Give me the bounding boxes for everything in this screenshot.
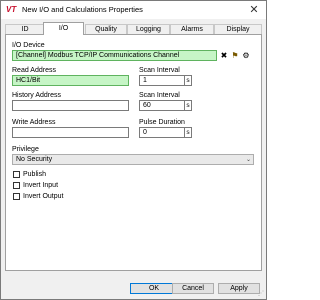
privilege-value: No Security	[16, 156, 53, 163]
browse-tag-icon[interactable]: ⚑	[230, 50, 240, 61]
scan-interval-label: Scan Interval	[139, 67, 180, 74]
read-address-field[interactable]: HC1/Bit	[12, 75, 129, 86]
ok-button[interactable]: OK	[130, 283, 178, 294]
device-actions: ✖ ⚑ ⚙	[219, 50, 257, 61]
pulse-duration-label: Pulse Duration	[139, 119, 185, 126]
tab-strip: ID I/O Quality Logging Alarms Display	[5, 22, 262, 35]
tab-logging[interactable]: Logging	[127, 24, 170, 34]
dialog-window: VT New I/O and Calculations Properties ✕…	[0, 0, 267, 300]
window-title: New I/O and Calculations Properties	[22, 5, 143, 14]
resize-grip-icon[interactable]: ⋰	[258, 291, 264, 297]
pulse-duration-field[interactable]: 0	[139, 127, 185, 138]
apply-button[interactable]: Apply	[218, 283, 260, 294]
publish-checkbox[interactable]	[13, 171, 20, 178]
tab-alarms[interactable]: Alarms	[170, 24, 214, 34]
history-address-field[interactable]	[12, 100, 129, 111]
title-bar: VT New I/O and Calculations Properties ✕	[1, 1, 266, 19]
scan-interval-field[interactable]: 1	[139, 75, 185, 86]
io-device-field[interactable]: [Channel] Modbus TCP/IP Communications C…	[12, 50, 217, 61]
io-device-label: I/O Device	[12, 42, 45, 49]
invert-input-label: Invert Input	[23, 182, 59, 189]
chevron-down-icon: ⌄	[245, 157, 251, 163]
close-icon[interactable]: ✕	[246, 2, 262, 18]
publish-label: Publish	[23, 171, 46, 178]
tab-display[interactable]: Display	[214, 24, 262, 34]
settings-icon[interactable]: ⚙	[241, 50, 251, 61]
scan-interval-unit: s	[185, 75, 192, 86]
io-panel: I/O Device [Channel] Modbus TCP/IP Commu…	[5, 34, 262, 271]
read-address-label: Read Address	[12, 67, 56, 74]
invert-output-label: Invert Output	[23, 193, 64, 200]
app-logo-icon: VT	[6, 5, 17, 14]
invert-input-checkbox[interactable]	[13, 182, 20, 189]
history-scan-interval-label: Scan Interval	[139, 92, 180, 99]
history-scan-interval-field[interactable]: 60	[139, 100, 185, 111]
tab-id[interactable]: ID	[5, 24, 45, 34]
privilege-label: Privilege	[12, 146, 39, 153]
tab-io[interactable]: I/O	[43, 22, 84, 35]
invert-output-checkbox[interactable]	[13, 193, 20, 200]
clear-icon[interactable]: ✖	[219, 50, 229, 61]
pulse-duration-unit: s	[185, 127, 192, 138]
write-address-field[interactable]	[12, 127, 129, 138]
history-scan-interval-unit: s	[185, 100, 192, 111]
cancel-button[interactable]: Cancel	[172, 283, 214, 294]
tab-quality[interactable]: Quality	[85, 24, 127, 34]
write-address-label: Write Address	[12, 119, 56, 126]
history-address-label: History Address	[12, 92, 62, 99]
privilege-select[interactable]: No Security ⌄	[12, 154, 254, 165]
